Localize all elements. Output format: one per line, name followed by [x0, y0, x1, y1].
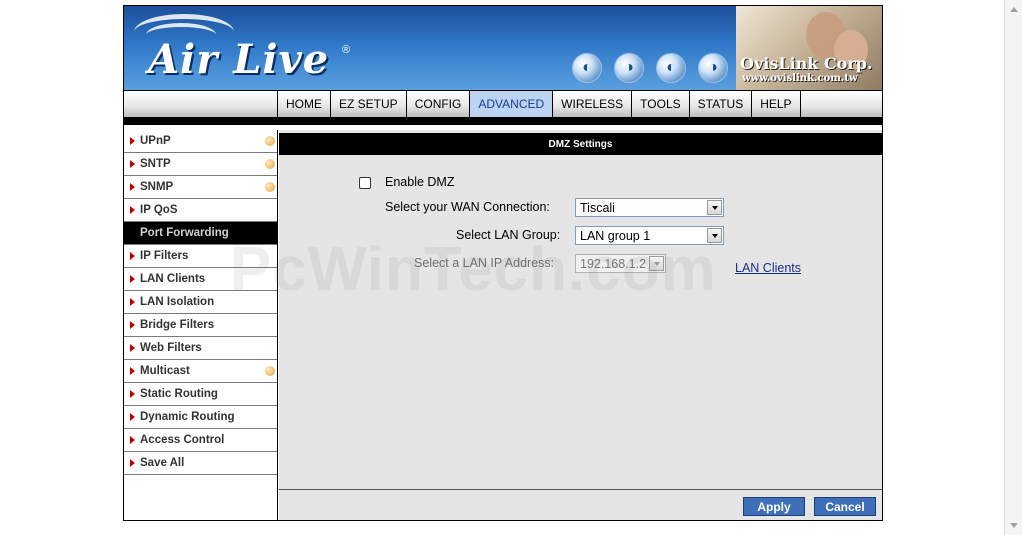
status-dot-icon [265, 366, 275, 376]
main-panel: DMZ Settings Enable DMZ Select your WAN … [279, 130, 882, 520]
lan-group-value: LAN group 1 [580, 228, 651, 243]
corp-name: OvisLink Corp. [740, 54, 873, 73]
sidebar-item-label: Multicast [140, 365, 190, 377]
globe-icon: ◑ [698, 53, 728, 83]
brand-registered-mark: ® [342, 44, 351, 56]
scroll-up-icon[interactable] [1006, 1, 1022, 18]
apply-button[interactable]: Apply [743, 497, 805, 516]
sidebar-item-snmp[interactable]: SNMP [124, 176, 277, 199]
cancel-button[interactable]: Cancel [814, 497, 876, 516]
arrow-right-icon [130, 206, 135, 214]
scroll-down-icon[interactable] [1006, 517, 1022, 534]
tab-advanced[interactable]: ADVANCED [470, 91, 554, 117]
arrow-right-icon [130, 321, 135, 329]
lan-group-label: Select LAN Group: [456, 228, 561, 242]
vertical-scrollbar[interactable] [1004, 0, 1022, 535]
chevron-down-icon[interactable] [649, 256, 664, 271]
tab-wireless[interactable]: WIRELESS [553, 91, 633, 117]
sidebar: UPnP SNTP SNMP IP QoS Port Forwarding IP… [124, 130, 278, 520]
globe-icon: ◑ [614, 53, 644, 83]
lan-ip-label: Select a LAN IP Address: [414, 256, 555, 270]
sidebar-item-upnp[interactable]: UPnP [124, 130, 277, 153]
sidebar-item-ip-filters[interactable]: IP Filters [124, 245, 277, 268]
sidebar-item-bridge-filters[interactable]: Bridge Filters [124, 314, 277, 337]
arrow-right-icon [130, 229, 135, 237]
sidebar-item-multicast[interactable]: Multicast [124, 360, 277, 383]
corp-url: www.ovislink.com.tw [742, 73, 858, 84]
status-dot-icon [265, 136, 275, 146]
sidebar-item-label: SNTP [140, 158, 171, 170]
wan-connection-select[interactable]: Tiscali [575, 198, 724, 217]
arrow-right-icon [130, 252, 135, 260]
sidebar-item-label: Access Control [140, 434, 225, 446]
sidebar-item-label: IP QoS [140, 204, 178, 216]
brand-logo: Air Live [148, 36, 330, 83]
divider [279, 489, 882, 490]
arrow-right-icon [130, 367, 135, 375]
nav-spacer [124, 91, 278, 117]
tab-config[interactable]: CONFIG [407, 91, 471, 117]
lan-ip-select[interactable]: 192.168.1.2 [575, 254, 666, 273]
sidebar-item-label: LAN Clients [140, 273, 206, 285]
sidebar-item-label: UPnP [140, 135, 171, 147]
sidebar-item-label: Dynamic Routing [140, 411, 235, 423]
nav-tabs: HOME EZ SETUP CONFIG ADVANCED WIRELESS T… [278, 91, 801, 117]
arrow-right-icon [130, 298, 135, 306]
sidebar-item-label: Save All [140, 457, 185, 469]
arrow-right-icon [130, 390, 135, 398]
wan-connection-value: Tiscali [580, 200, 615, 215]
sidebar-item-static-routing[interactable]: Static Routing [124, 383, 277, 406]
globe-icon: ◐ [572, 53, 602, 83]
status-dot-icon [265, 182, 275, 192]
sidebar-item-label: SNMP [140, 181, 174, 193]
sidebar-item-label: LAN Isolation [140, 296, 215, 308]
tab-help[interactable]: HELP [752, 91, 801, 117]
tab-status[interactable]: STATUS [690, 91, 753, 117]
arrow-right-icon [130, 137, 135, 145]
tab-tools[interactable]: TOOLS [632, 91, 690, 117]
wan-connection-label: Select your WAN Connection: [385, 200, 550, 214]
sidebar-item-dynamic-routing[interactable]: Dynamic Routing [124, 406, 277, 429]
tab-ez-setup[interactable]: EZ SETUP [331, 91, 407, 117]
chevron-down-icon[interactable] [707, 228, 722, 243]
lan-clients-link[interactable]: LAN Clients [735, 261, 801, 275]
top-nav: HOME EZ SETUP CONFIG ADVANCED WIRELESS T… [124, 90, 882, 118]
nav-underline [124, 118, 882, 125]
header-banner: Air Live ® ◐ ◑ ◐ ◑ OvisLink Corp. www.ov… [124, 6, 882, 90]
sidebar-item-ip-qos[interactable]: IP QoS [124, 199, 277, 222]
sidebar-item-access-control[interactable]: Access Control [124, 429, 277, 452]
router-frame: Air Live ® ◐ ◑ ◐ ◑ OvisLink Corp. www.ov… [123, 5, 883, 521]
chevron-down-icon[interactable] [707, 200, 722, 215]
sidebar-item-port-forwarding[interactable]: Port Forwarding [124, 222, 277, 245]
sidebar-item-save-all[interactable]: Save All [124, 452, 277, 475]
arrow-right-icon [130, 436, 135, 444]
sidebar-item-label: Static Routing [140, 388, 218, 400]
tab-home[interactable]: HOME [278, 91, 331, 117]
page-title: DMZ Settings [279, 133, 882, 155]
lan-group-select[interactable]: LAN group 1 [575, 226, 724, 245]
arrow-right-icon [130, 459, 135, 467]
lan-ip-value: 192.168.1.2 [580, 256, 647, 271]
sidebar-item-web-filters[interactable]: Web Filters [124, 337, 277, 360]
sidebar-item-label: Web Filters [140, 342, 202, 354]
status-dot-icon [265, 159, 275, 169]
arrow-right-icon [130, 275, 135, 283]
globe-icon: ◐ [656, 53, 686, 83]
arrow-right-icon [130, 183, 135, 191]
arrow-right-icon [130, 344, 135, 352]
arrow-right-icon [130, 413, 135, 421]
enable-dmz-checkbox[interactable] [359, 177, 371, 189]
sidebar-item-sntp[interactable]: SNTP [124, 153, 277, 176]
sidebar-item-lan-clients[interactable]: LAN Clients [124, 268, 277, 291]
enable-dmz-label: Enable DMZ [385, 175, 455, 189]
sidebar-item-label: Port Forwarding [140, 227, 229, 239]
arrow-right-icon [130, 160, 135, 168]
sidebar-item-label: Bridge Filters [140, 319, 215, 331]
sidebar-item-lan-isolation[interactable]: LAN Isolation [124, 291, 277, 314]
sidebar-item-label: IP Filters [140, 250, 189, 262]
